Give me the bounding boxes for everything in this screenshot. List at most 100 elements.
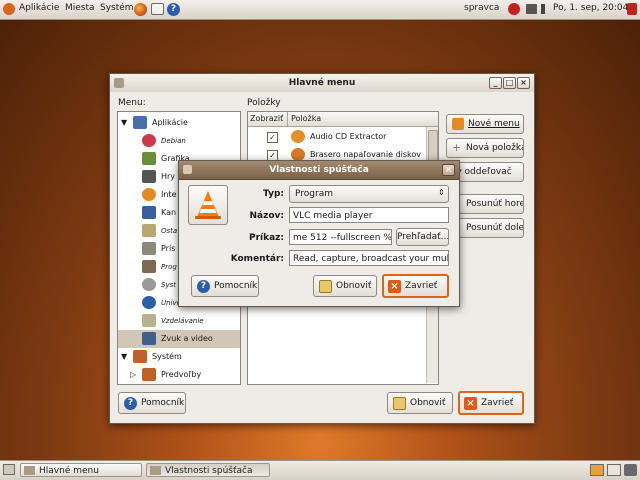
comment-field[interactable]: Read, capture, broadcast your multime — [289, 250, 449, 266]
dialog-titlebar[interactable]: Vlastnosti spúšťača × — [179, 161, 459, 180]
menu-system[interactable]: Systém — [100, 3, 134, 13]
new-separator-label: vý oddeľovač — [451, 167, 512, 177]
plus-icon: + — [452, 141, 462, 154]
browse-label: Prehľadať... — [397, 232, 449, 242]
tree-row-debian[interactable]: Debian — [118, 132, 240, 150]
help-label: Pomocník — [141, 398, 185, 408]
tree-label: Systém — [152, 352, 182, 361]
close-window-icon[interactable]: × — [517, 77, 530, 89]
bottom-panel: Hlavné menu Vlastnosti spúšťača — [0, 460, 640, 480]
mail-icon[interactable] — [151, 3, 164, 15]
new-menu-icon — [452, 118, 464, 130]
tree-label: Vzdelávanie — [161, 317, 204, 325]
tree-row-aplikacie[interactable]: ▼ Aplikácie — [118, 114, 240, 132]
tree-row-vzdelavanie[interactable]: Vzdelávanie — [118, 312, 240, 330]
dialog-help-button[interactable]: ? Pomocník — [191, 275, 259, 297]
trash-icon[interactable] — [624, 464, 637, 476]
ubuntu-logo-icon[interactable] — [3, 3, 15, 15]
system-icon — [133, 350, 147, 363]
move-up-label: Posunúť hore — [466, 199, 524, 209]
top-panel: Aplikácie Miesta Systém ? spravca Po, 1.… — [0, 0, 640, 20]
new-item-label: Nová položka — [466, 143, 524, 153]
revert-button[interactable]: Obnoviť — [387, 392, 453, 414]
browse-button[interactable]: Prehľadať... — [396, 228, 449, 246]
education-icon — [142, 314, 156, 327]
help-icon: ? — [197, 280, 210, 293]
debian-icon — [142, 134, 156, 147]
update-notifier-icon[interactable] — [508, 3, 520, 15]
dialog-revert-label: Obnoviť — [336, 281, 372, 291]
revert-label: Obnoviť — [410, 398, 446, 408]
tree-label: Osta — [161, 227, 178, 235]
menu-applications[interactable]: Aplikácie — [19, 3, 59, 13]
vlc-cone-icon — [195, 191, 221, 219]
audio-cd-icon — [291, 130, 305, 143]
maximize-icon[interactable]: □ — [503, 77, 516, 89]
expander-down-icon[interactable]: ▼ — [121, 348, 127, 366]
revert-icon — [319, 280, 332, 293]
sound-video-icon — [142, 332, 156, 345]
help-icon[interactable]: ? — [167, 3, 180, 16]
tree-row-system[interactable]: ▼ Systém — [118, 348, 240, 366]
tree-label: Hry — [161, 172, 176, 181]
task-main-menu[interactable]: Hlavné menu — [20, 463, 142, 477]
command-field[interactable]: me 512 --fullscreen %m — [289, 229, 392, 245]
type-select[interactable]: Program ⇕ — [289, 185, 449, 203]
applications-icon — [133, 116, 147, 129]
type-value: Program — [295, 189, 333, 199]
help-button[interactable]: ? Pomocník — [118, 392, 186, 414]
new-item-button[interactable]: + Nová položka — [446, 138, 524, 158]
show-desktop-icon[interactable] — [3, 464, 15, 475]
task-label: Vlastnosti spúšťača — [165, 466, 253, 476]
task-label: Hlavné menu — [39, 466, 99, 476]
dialog-revert-button[interactable]: Obnoviť — [313, 275, 377, 297]
volume-icon[interactable] — [541, 4, 551, 14]
accessories-icon — [142, 242, 156, 255]
workspace-1-icon[interactable] — [590, 464, 604, 476]
close-button[interactable]: × Zavrieť — [458, 391, 524, 415]
tree-label: Inte — [161, 190, 177, 199]
launcher-icon-button[interactable] — [188, 185, 228, 225]
clock[interactable]: Po, 1. sep, 20:04 — [553, 3, 628, 13]
office-icon — [142, 206, 156, 219]
tree-row-predvolby[interactable]: ▷ Predvoľby — [118, 366, 240, 384]
programming-icon — [142, 260, 156, 273]
expander-right-icon[interactable]: ▷ — [130, 366, 136, 384]
task-launcher-properties[interactable]: Vlastnosti spúšťača — [146, 463, 270, 477]
dialog-close-icon[interactable]: × — [442, 164, 455, 176]
dialog-close-button[interactable]: × Zavrieť — [382, 274, 449, 298]
item-row[interactable]: ✓ Audio CD Extractor — [248, 128, 438, 146]
close-icon: × — [388, 280, 401, 293]
col-item-header[interactable]: Položka — [291, 114, 321, 123]
col-show-header[interactable]: Zobraziť — [250, 114, 283, 123]
item-label: Audio CD Extractor — [310, 132, 387, 141]
tree-row-zvuk-a-video[interactable]: Zvuk a video — [118, 330, 240, 348]
task-window-icon — [150, 466, 161, 475]
dialog-close-label: Zavrieť — [405, 281, 438, 291]
main-menu-title: Hlavné menu — [288, 78, 356, 88]
internet-icon — [142, 188, 156, 201]
tree-label: Prís — [161, 244, 176, 253]
window-menu-icon[interactable] — [114, 78, 124, 88]
tree-label: Syst — [161, 281, 176, 289]
new-menu-button[interactable]: Nové menu — [446, 114, 524, 134]
other-icon — [142, 224, 156, 237]
user-name[interactable]: spravca — [464, 3, 499, 13]
network-icon[interactable] — [526, 4, 537, 14]
main-menu-titlebar[interactable]: Hlavné menu _ □ × — [110, 74, 534, 92]
shutdown-icon[interactable] — [627, 3, 637, 15]
show-checkbox[interactable]: ✓ — [267, 132, 278, 143]
firefox-icon[interactable] — [134, 3, 147, 16]
command-label: Príkaz: — [248, 233, 284, 243]
name-field[interactable]: VLC media player — [289, 207, 449, 223]
menu-places[interactable]: Miesta — [65, 3, 95, 13]
tree-label: Zvuk a video — [161, 334, 213, 343]
dialog-menu-icon[interactable] — [183, 165, 192, 174]
expander-down-icon[interactable]: ▼ — [121, 114, 127, 132]
revert-icon — [393, 397, 406, 410]
workspace-2-icon[interactable] — [607, 464, 621, 476]
minimize-icon[interactable]: _ — [489, 77, 502, 89]
preferences-icon — [142, 368, 156, 381]
close-label: Zavrieť — [481, 398, 514, 408]
task-window-icon — [24, 466, 35, 475]
